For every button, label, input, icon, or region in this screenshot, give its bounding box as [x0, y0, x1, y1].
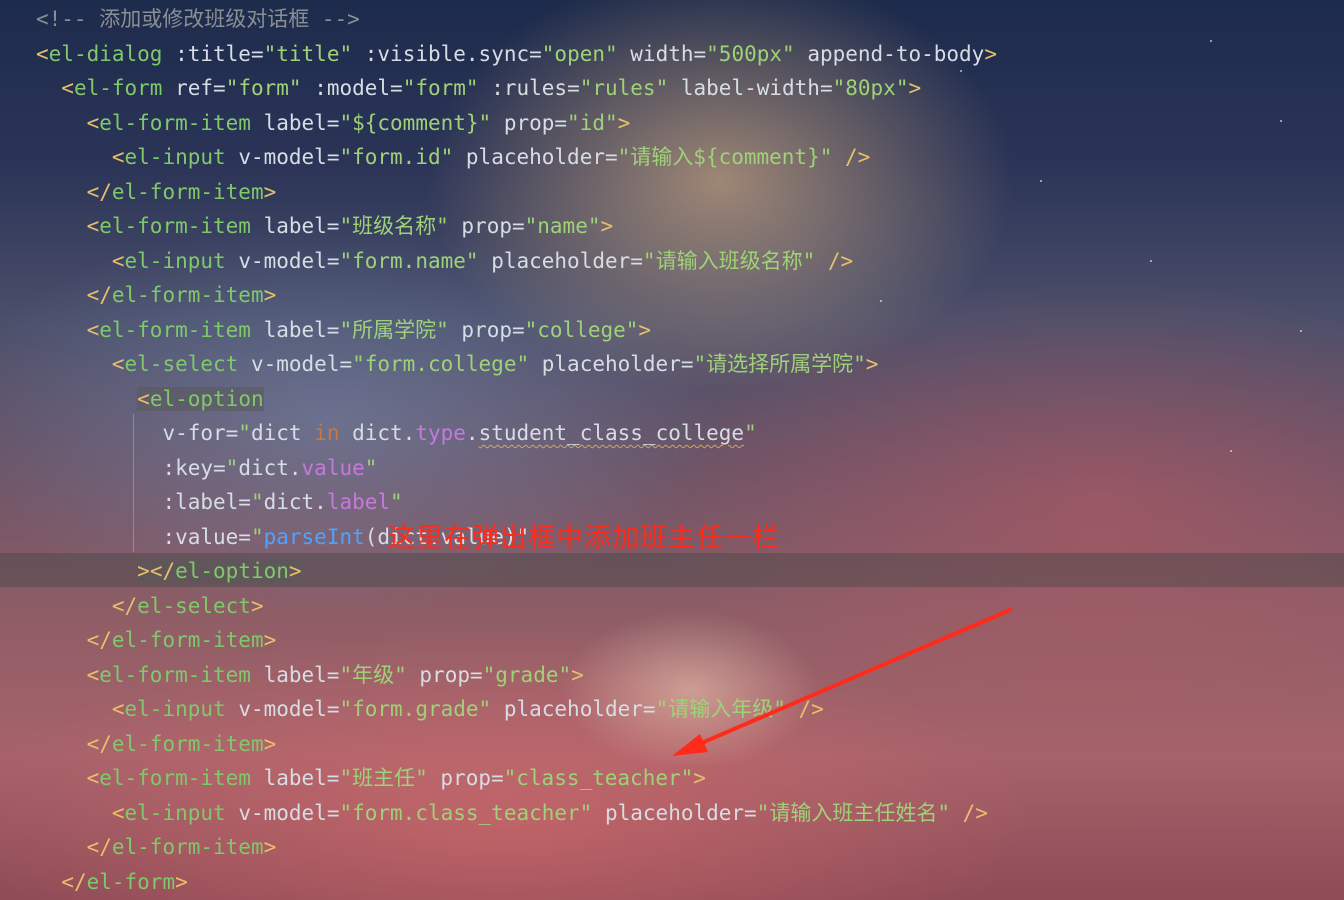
annotation-arrow [672, 608, 1012, 756]
arrow-shaft-icon [688, 608, 1012, 750]
arrow-head-icon [672, 734, 708, 756]
